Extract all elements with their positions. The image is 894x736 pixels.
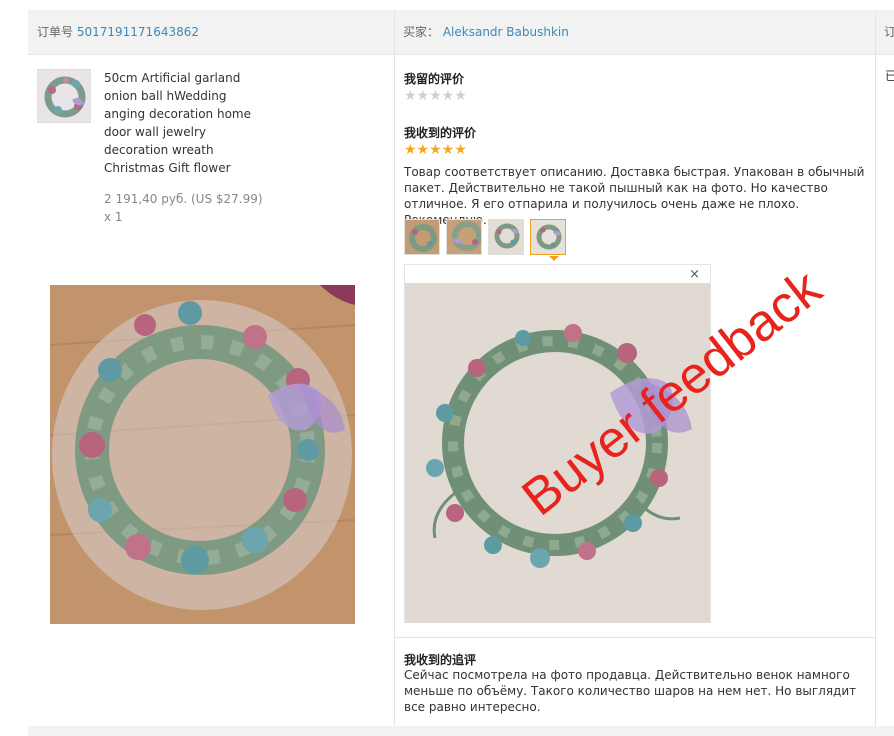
review-photo-thumb-4[interactable]	[530, 219, 566, 255]
column-divider-left	[394, 10, 395, 726]
review-section-divider	[395, 637, 875, 638]
buyer-field: 买家： Aleksandr Babushkin	[403, 10, 569, 55]
product-thumbnail[interactable]	[37, 69, 91, 123]
column-divider-right	[875, 10, 876, 726]
buyer-name-link[interactable]: Aleksandr Babushkin	[443, 25, 569, 39]
active-thumb-indicator	[549, 256, 559, 261]
review-photo-thumb-3[interactable]	[488, 219, 524, 255]
order-number-label: 订单号	[37, 25, 74, 39]
my-review-stars: ★★★★★	[404, 88, 467, 104]
product-title[interactable]: 50cm Artificial garland onion ball hWedd…	[104, 69, 254, 177]
buyer-photo-wreath-in-bag	[50, 285, 355, 624]
followup-review-title: 我收到的追评	[404, 653, 477, 667]
order-number-field: 订单号 5017191171643862	[37, 10, 199, 55]
received-review-stars: ★★★★★	[404, 142, 467, 158]
product-quantity: x 1	[104, 210, 123, 224]
buyer-label: 买家：	[403, 25, 440, 39]
close-icon[interactable]: ×	[689, 267, 700, 282]
my-review-title: 我留的评价	[404, 72, 465, 86]
received-review-title: 我收到的评价	[404, 126, 477, 140]
edge-status-text: 已	[885, 69, 894, 83]
wreath-thumbnail-image	[38, 70, 90, 122]
edge-header-text: 订	[884, 25, 894, 39]
product-price: 2 191,40 руб. (US $27.99)	[104, 192, 263, 206]
review-photo-thumb-2[interactable]	[446, 219, 482, 255]
order-header-bar: 订单号 5017191171643862 买家： Aleksandr Babus…	[28, 10, 894, 55]
order-number-link[interactable]: 5017191171643862	[77, 25, 199, 39]
followup-review-text: Сейчас посмотрела на фото продавца. Дейс…	[404, 668, 857, 714]
review-photo-thumb-1[interactable]	[404, 219, 440, 255]
next-order-header-bar	[28, 726, 894, 736]
